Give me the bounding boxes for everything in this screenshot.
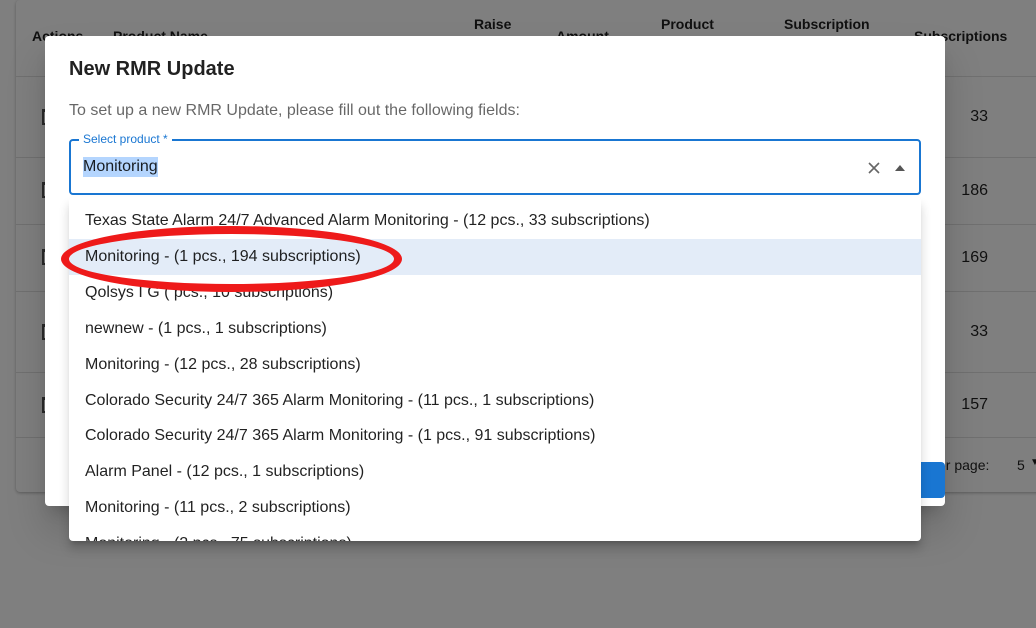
product-options-list: Texas State Alarm 24/7 Advanced Alarm Mo… [69,197,921,541]
option-item[interactable]: Alarm Panel - (12 pcs., 1 subscriptions) [69,454,921,490]
option-item[interactable]: newnew - (1 pcs., 1 subscriptions) [69,311,921,347]
option-item[interactable]: Colorado Security 24/7 365 Alarm Monitor… [69,383,921,419]
caret-up-icon[interactable] [891,160,909,176]
select-product-label: Select product * [79,132,172,146]
option-item[interactable]: Colorado Security 24/7 365 Alarm Monitor… [69,418,921,454]
option-item-highlighted[interactable]: Monitoring - (1 pcs., 194 subscriptions) [69,239,921,275]
option-item[interactable]: Qolsys I G ( pcs., 10 subscriptions) [69,275,921,311]
select-product-value[interactable]: Monitoring [83,157,158,177]
dialog-title: New RMR Update [69,58,235,80]
close-icon[interactable] [866,160,882,176]
dialog-description: To set up a new RMR Update, please fill … [69,102,520,119]
select-product-input[interactable] [69,139,921,195]
option-item[interactable]: Monitoring - (12 pcs., 28 subscriptions) [69,347,921,383]
option-item[interactable]: Monitoring - (11 pcs., 2 subscriptions) [69,490,921,526]
option-item[interactable]: Monitoring - (2 pcs., 75 subscriptions) [69,526,921,541]
option-item[interactable]: Texas State Alarm 24/7 Advanced Alarm Mo… [69,203,921,239]
